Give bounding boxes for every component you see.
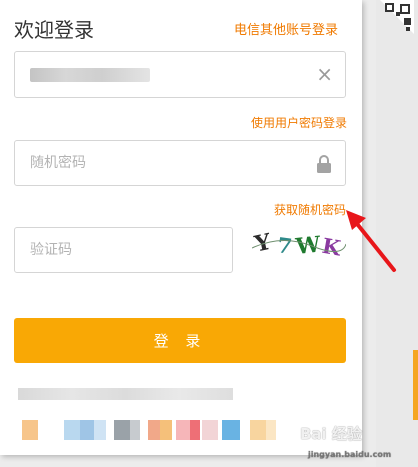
page-title: 欢迎登录	[14, 18, 94, 42]
captcha-char-1: Y	[252, 229, 273, 258]
use-password-login-link[interactable]: 使用用户密码登录	[251, 114, 347, 131]
captcha-image[interactable]: Y 7 W K	[252, 228, 346, 262]
captcha-char-3: W	[293, 232, 322, 261]
watermark-logo: Bai 经验	[300, 425, 362, 443]
login-button[interactable]: 登 录	[14, 318, 346, 363]
blurred-text-bar	[18, 388, 233, 400]
captcha-input[interactable]	[15, 228, 290, 272]
annotation-arrow-icon	[346, 210, 396, 272]
other-account-link[interactable]: 电信其他账号登录	[234, 19, 338, 38]
qr-corner-icon[interactable]	[380, 0, 414, 34]
captcha-field[interactable]	[14, 227, 290, 273]
clear-icon[interactable]: ×	[316, 64, 333, 84]
lock-icon	[317, 155, 331, 173]
username-value-blurred	[30, 68, 150, 82]
captcha-char-2: 7	[276, 232, 294, 259]
get-random-password-link[interactable]: 获取随机密码	[274, 201, 346, 218]
username-field[interactable]: ×	[14, 51, 346, 98]
watermark-url: jingyan.baidu.com	[308, 450, 392, 459]
random-password-input[interactable]	[15, 141, 290, 185]
login-panel: 欢迎登录 电信其他账号登录 × 使用用户密码登录 获取随机密码 Y 7 W K …	[0, 0, 362, 455]
random-password-field[interactable]	[14, 140, 346, 186]
side-accent	[413, 350, 418, 420]
